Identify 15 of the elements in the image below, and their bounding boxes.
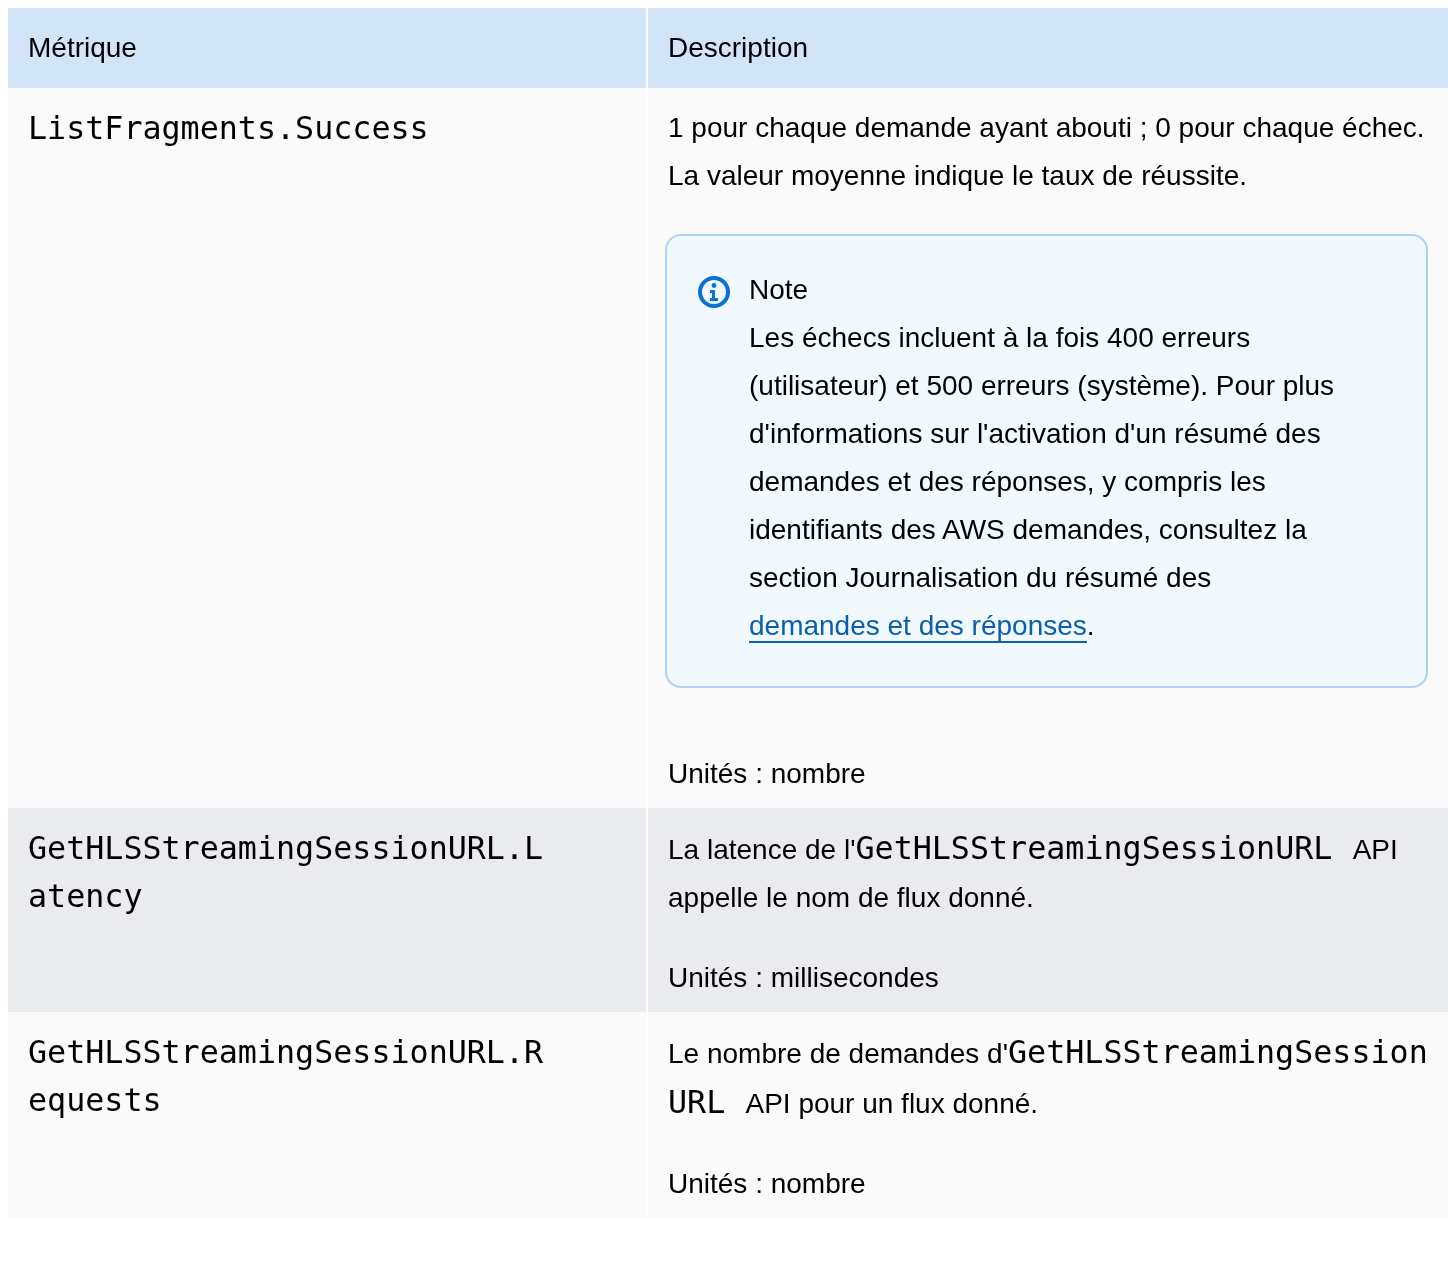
description-text: Unités : nombre bbox=[668, 1167, 867, 1201]
note-text: Les échecs incluent à la fois 400 erreurs (utilisateur) et 500 erreurs (système). Pour plus d'informations sur l'activation d'un résumé des demandes et des réponses, y compris les identifiants des AWS demandes, consultez la section Journalisation du résumé des demandes et des réponses. bbox=[749, 321, 1336, 645]
description-text: La latence de l'GetHLSStreamingSessionURL API appelle le nom de flux donné. bbox=[668, 829, 1399, 915]
metric-name: GetHLSStreamingSessionURL.Latency bbox=[28, 829, 545, 916]
description-text: Unités : millisecondes bbox=[668, 961, 940, 995]
column-header: Métrique bbox=[8, 8, 646, 88]
metric-name: GetHLSStreamingSessionURL.Requests bbox=[28, 1033, 545, 1120]
metric-name: ListFragments.Success bbox=[28, 109, 430, 148]
description-text: Unités : nombre bbox=[668, 757, 867, 791]
link[interactable]: demandes et des réponses bbox=[749, 610, 1087, 643]
column-header: Description bbox=[648, 8, 1448, 88]
info-icon bbox=[697, 275, 731, 309]
description-text: 1 pour chaque demande ayant abouti ; 0 pour chaque échec. La valeur moyenne indique le taux de réussite. bbox=[668, 111, 1426, 193]
description-text: Le nombre de demandes d'GetHLSStreamingSessionURL API pour un flux donné. bbox=[668, 1033, 1428, 1122]
note-title: Note bbox=[749, 273, 810, 307]
